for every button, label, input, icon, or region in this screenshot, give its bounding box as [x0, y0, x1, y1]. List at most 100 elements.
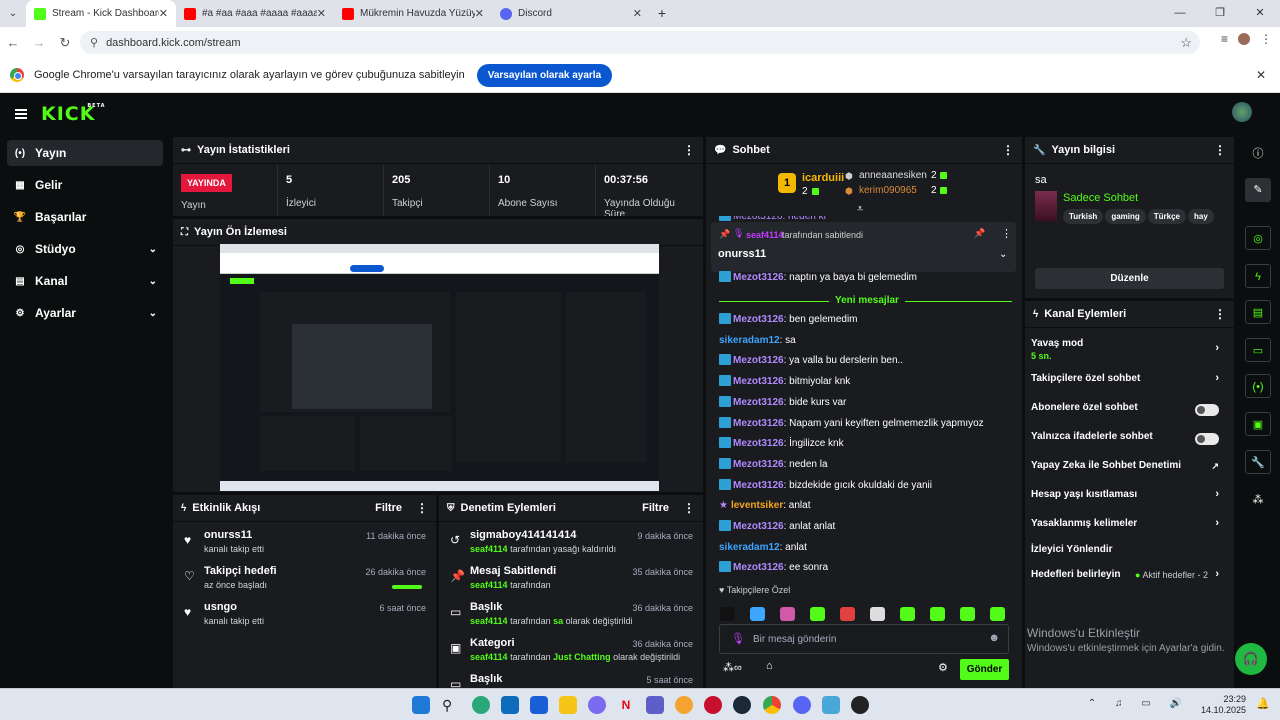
new-tab-button[interactable]: + [650, 0, 674, 27]
emote-icon[interactable] [900, 607, 915, 621]
browser-tab-kick[interactable]: Stream - Kick Dashboard ✕ [26, 0, 176, 27]
more-options-icon[interactable]: ⋮ [1214, 307, 1226, 321]
camera-icon[interactable]: ◎ [1245, 226, 1271, 250]
info-icon[interactable]: ⓘ [1245, 142, 1271, 166]
chat-username[interactable]: sikeradam12 [719, 542, 780, 553]
moderator-name[interactable]: seaf4114 [470, 652, 508, 662]
sidebar-item-4[interactable]: ▤ Kanal ⌄ [7, 268, 163, 294]
pencil-icon[interactable]: ✎ [1245, 178, 1271, 202]
shop-icon[interactable]: ⌂ [766, 660, 773, 672]
chat-icon[interactable]: ▭ [1245, 338, 1271, 362]
chat-username[interactable]: Mezot3126 [733, 376, 784, 387]
flash-icon[interactable]: ϟ [1245, 264, 1271, 288]
close-tab-icon[interactable]: ✕ [159, 7, 168, 20]
chat-username[interactable]: Mezot3126 [733, 438, 784, 449]
teams-icon[interactable] [646, 696, 664, 714]
obs-icon[interactable] [851, 696, 869, 714]
slow-mode-action[interactable]: Yavaş mod 5 sn. › [1031, 338, 1219, 362]
more-options-icon[interactable]: ⋮ [683, 501, 695, 515]
system-tray[interactable]: ⌃ ♫ ▭ 🔊 [1088, 698, 1190, 709]
set-goals-action[interactable]: Hedefleri belirleyin ● Aktif hedefler - … [1031, 568, 1219, 585]
channel-action[interactable]: Yapay Zeka ile Sohbet Denetimi ↗ [1031, 460, 1219, 476]
chat-username[interactable]: Mezot3126 [733, 521, 784, 532]
moderator-name[interactable]: seaf4114 [470, 580, 508, 590]
channel-action[interactable]: Hesap yaşı kısıtlaması › [1031, 488, 1219, 505]
sidebar-item-3[interactable]: ◎ Stüdyo ⌄ [7, 236, 163, 262]
browser-tab-youtube-2[interactable]: Mükremin Havuzda Yüzüyor 👄 ✕ [334, 0, 492, 27]
media-icon[interactable]: ≡ [1221, 32, 1228, 46]
browser-tab-youtube-1[interactable]: #a #aa #aaa #aaaa #aaaaa #aa ✕ [176, 0, 334, 27]
close-window-icon[interactable]: ✕ [1240, 0, 1280, 27]
toggle-switch[interactable] [1195, 404, 1219, 416]
maximize-icon[interactable]: ❐ [1200, 0, 1240, 27]
site-info-icon[interactable]: ⚲ [90, 36, 98, 49]
chat-input[interactable]: 🎙 Bir mesaj gönderin ☻ [719, 624, 1009, 654]
menu-kebab-icon[interactable]: ⋮ [1260, 32, 1272, 46]
reload-icon[interactable]: ↻ [52, 35, 78, 51]
profile-avatar[interactable] [1238, 33, 1250, 45]
copilot-icon[interactable] [588, 696, 606, 714]
channel-action[interactable]: İzleyici Yönlendir [1031, 544, 1219, 560]
notification-bell-icon[interactable]: 🔔 [1256, 697, 1270, 710]
channel-action[interactable]: Abonelere özel sohbet [1031, 402, 1219, 418]
chat-settings-icon[interactable]: ⚙ [938, 661, 948, 674]
broadcast-icon[interactable]: (•) [1245, 374, 1271, 398]
unpin-icon[interactable]: 📌 [974, 228, 985, 239]
notepad-icon[interactable] [822, 696, 840, 714]
emote-icon[interactable] [780, 607, 795, 621]
chat-username[interactable]: Mezot3126 [733, 418, 784, 429]
chat-username[interactable]: Mezot3126 [733, 314, 784, 325]
emote-icon[interactable] [750, 607, 765, 621]
edit-button[interactable]: Düzenle [1035, 268, 1224, 289]
expand-leaderboard-icon[interactable]: ⩡ [857, 203, 863, 216]
moderator-name[interactable]: seaf4114 [470, 616, 508, 626]
netflix-icon[interactable]: N [617, 696, 635, 714]
chrome-icon[interactable] [763, 696, 781, 714]
tag[interactable]: Turkish [1063, 209, 1104, 224]
more-options-icon[interactable]: ⋮ [1002, 143, 1014, 157]
tag[interactable]: hay [1188, 209, 1214, 224]
category-name[interactable]: Sadece Sohbet [1063, 192, 1138, 204]
support-headset-icon[interactable]: 🎧 [1235, 643, 1267, 675]
emote-icon[interactable] [810, 607, 825, 621]
chat-username[interactable]: Mezot3126 [733, 397, 784, 408]
more-options-icon[interactable]: ⋮ [1001, 227, 1012, 240]
start-icon[interactable] [412, 696, 430, 714]
taskbar-clock[interactable]: 23:29 14.10.2025 [1201, 694, 1246, 716]
tab-search-button[interactable]: ⌄ [0, 0, 26, 27]
sidebar-item-2[interactable]: 🏆 Başarılar [7, 204, 163, 230]
toggle-switch[interactable] [1195, 433, 1219, 445]
chat-username[interactable]: Mezot3126 [733, 459, 784, 470]
send-button[interactable]: Gönder [960, 659, 1009, 680]
user-avatar[interactable] [1232, 102, 1252, 122]
minimize-icon[interactable]: — [1160, 0, 1200, 27]
outlook-icon[interactable] [501, 696, 519, 714]
reward-icon[interactable]: ⁂∞ [723, 661, 742, 674]
channel-action[interactable]: Yalnızca ifadelerle sohbet [1031, 431, 1219, 447]
forward-icon[interactable]: → [26, 35, 52, 50]
tag[interactable]: Türkçe [1147, 209, 1186, 224]
chat-username[interactable]: Mezot3126 [733, 355, 784, 366]
tool-icon[interactable]: 🔧 [1245, 450, 1271, 474]
back-icon[interactable]: ← [0, 35, 26, 50]
more-options-icon[interactable]: ⋮ [416, 501, 428, 515]
channel-action[interactable]: Yasaklanmış kelimeler › [1031, 517, 1219, 534]
save-icon[interactable]: ▣ [1245, 412, 1271, 436]
more-options-icon[interactable]: ⋮ [683, 143, 695, 157]
close-tab-icon[interactable]: ✕ [317, 7, 326, 20]
tag[interactable]: gaming [1105, 209, 1146, 224]
emote-icon[interactable] [990, 607, 1005, 621]
sidebar-item-5[interactable]: ⚙ Ayarlar ⌄ [7, 300, 163, 326]
chat-username[interactable]: Mezot3126 [733, 562, 784, 573]
pinned-by-user[interactable]: seaf4114 [746, 230, 784, 240]
emote-icon[interactable] [930, 607, 945, 621]
edge-icon[interactable] [472, 696, 490, 714]
note-icon[interactable]: ▤ [1245, 300, 1271, 324]
more-options-icon[interactable]: ⋮ [1214, 143, 1226, 157]
stream-preview-video[interactable] [220, 244, 659, 491]
set-default-button[interactable]: Varsayılan olarak ayarla [476, 63, 613, 87]
file-explorer-icon[interactable] [559, 696, 577, 714]
chat-username[interactable]: Mezot3126 [733, 272, 784, 283]
add-widget-icon[interactable]: ⁂ [1245, 488, 1271, 512]
leader-name[interactable]: anneaanesiken [859, 170, 927, 181]
